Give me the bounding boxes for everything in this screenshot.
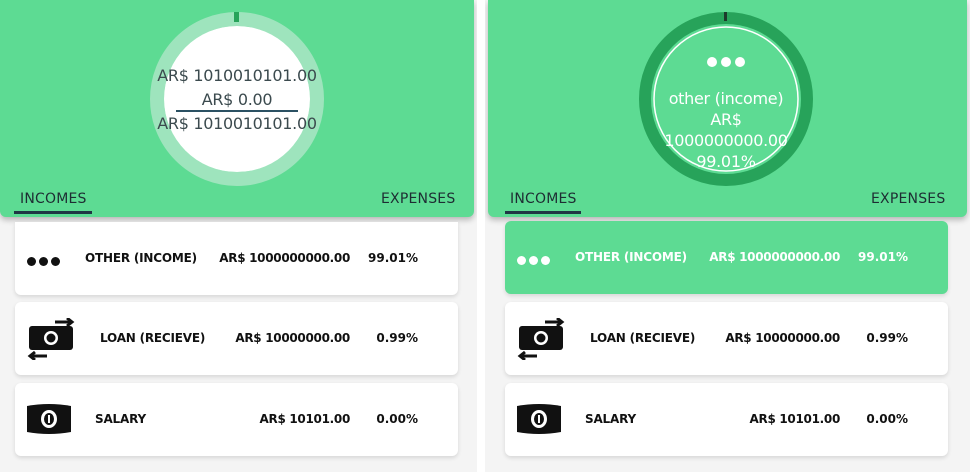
- selected-category-percent: 99.01%: [696, 152, 756, 171]
- money-exchange-icon: [517, 318, 565, 360]
- category-percent: 0.99%: [376, 331, 418, 345]
- tab-expenses[interactable]: EXPENSES: [381, 191, 455, 207]
- balance-divider: [176, 110, 298, 112]
- category-name: SALARY: [95, 412, 146, 426]
- category-percent: 0.00%: [376, 412, 418, 426]
- category-percent: 0.00%: [866, 412, 908, 426]
- category-amount: AR$ 10101.00: [259, 412, 351, 426]
- category-name: LOAN (RECIEVE): [100, 331, 206, 345]
- screen-divider: [477, 0, 485, 472]
- left-screen: AR$ 1010010101.00 AR$ 0.00 AR$ 101001010…: [0, 0, 485, 472]
- tab-incomes[interactable]: INCOMES: [20, 191, 87, 207]
- category-amount: AR$ 10000000.00: [725, 331, 840, 345]
- category-name: OTHER (INCOME): [575, 250, 687, 264]
- tab-expenses[interactable]: EXPENSES: [871, 191, 945, 207]
- selected-category-amount: 1000000000.00: [664, 131, 788, 150]
- summary-header: other (income) AR$ 1000000000.00 99.01% …: [488, 0, 967, 217]
- donut-small-segment: [234, 12, 239, 22]
- list-item[interactable]: SALARY AR$ 10101.00 0.00%: [505, 383, 948, 456]
- selected-category-name: other (income): [668, 89, 784, 108]
- three-dots-icon: [27, 253, 63, 271]
- list-item[interactable]: LOAN (RECIEVE) AR$ 10000000.00 0.99%: [505, 302, 948, 375]
- category-amount: AR$ 10101.00: [749, 412, 841, 426]
- banknote-icon: [27, 404, 71, 434]
- category-name: OTHER (INCOME): [85, 251, 197, 265]
- summary-header: AR$ 1010010101.00 AR$ 0.00 AR$ 101001010…: [0, 0, 474, 217]
- category-percent: 99.01%: [858, 250, 908, 264]
- list-item-selected[interactable]: OTHER (INCOME) AR$ 1000000000.00 99.01%: [505, 221, 948, 294]
- tab-incomes[interactable]: INCOMES: [510, 191, 577, 207]
- total-expense-amount: AR$ 0.00: [201, 90, 273, 109]
- balance-amount: AR$ 1010010101.00: [157, 114, 317, 133]
- category-amount: AR$ 1000000000.00: [709, 250, 840, 264]
- donut-small-segment: [724, 12, 727, 21]
- category-percent: 99.01%: [368, 251, 418, 265]
- category-amount: AR$ 10000000.00: [235, 331, 350, 345]
- money-exchange-icon: [27, 318, 75, 360]
- list-item[interactable]: LOAN (RECIEVE) AR$ 10000000.00 0.99%: [15, 302, 458, 375]
- list-item[interactable]: OTHER (INCOME) AR$ 1000000000.00 99.01%: [15, 222, 458, 295]
- category-percent: 0.99%: [866, 331, 908, 345]
- category-name: SALARY: [585, 412, 636, 426]
- right-screen: other (income) AR$ 1000000000.00 99.01% …: [485, 0, 970, 472]
- three-dots-icon: [637, 54, 815, 72]
- category-donut-chart[interactable]: AR$ 1010010101.00 AR$ 0.00 AR$ 101001010…: [148, 10, 326, 188]
- category-name: LOAN (RECIEVE): [590, 331, 696, 345]
- category-amount: AR$ 1000000000.00: [219, 251, 350, 265]
- banknote-icon: [517, 404, 561, 434]
- category-donut-chart[interactable]: other (income) AR$ 1000000000.00 99.01%: [637, 10, 815, 188]
- tab-incomes-indicator: [14, 211, 92, 214]
- three-dots-icon: [517, 252, 553, 270]
- selected-category-currency: AR$: [710, 110, 742, 129]
- tab-incomes-indicator: [505, 211, 581, 214]
- list-item[interactable]: SALARY AR$ 10101.00 0.00%: [15, 383, 458, 456]
- total-income-amount: AR$ 1010010101.00: [157, 66, 317, 85]
